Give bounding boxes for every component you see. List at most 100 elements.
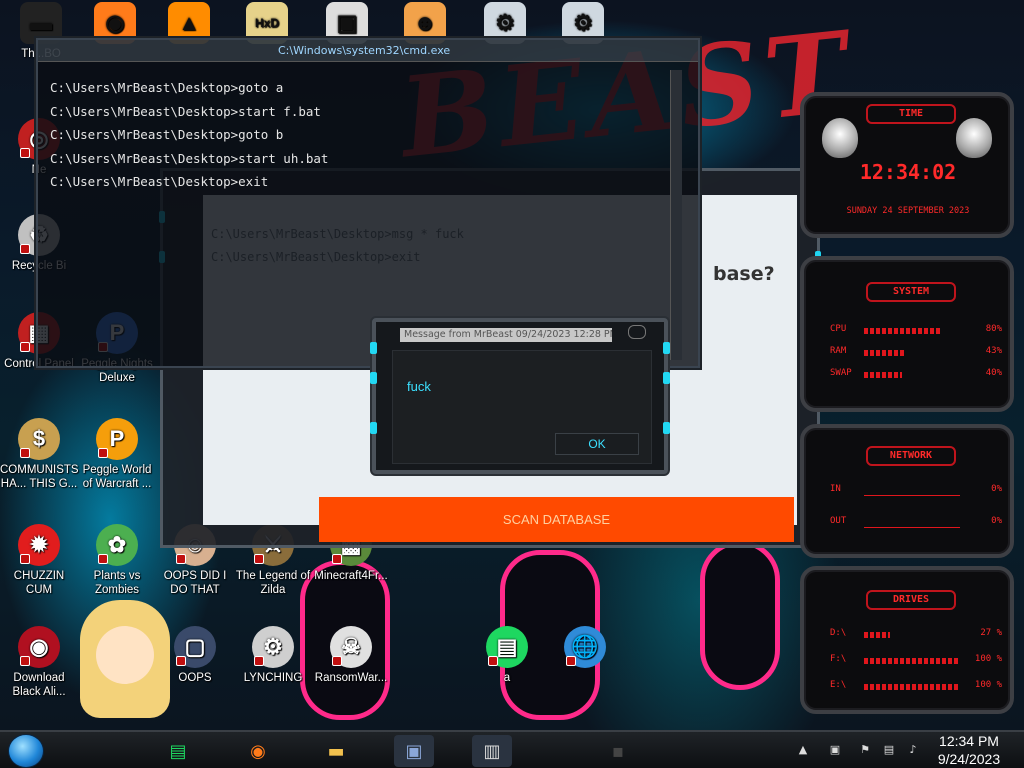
network-gadget[interactable]: NETWORK IN 0% OUT 0%: [800, 424, 1014, 558]
taskbar-clock[interactable]: 12:34 PM 9/24/2023: [920, 732, 1018, 768]
icon-label: COMMUNISTS HA... THIS G...: [0, 464, 79, 490]
show-hidden-icons-icon[interactable]: ▲: [796, 743, 810, 757]
frame-light: [663, 372, 670, 384]
shortcut-arrow-icon: [254, 554, 264, 564]
start-button[interactable]: [8, 734, 44, 768]
tray-app-icon[interactable]: ▣: [828, 743, 842, 757]
system-gadget-title: SYSTEM: [866, 282, 956, 302]
scan-database-button[interactable]: SCAN DATABASE: [319, 497, 794, 542]
drives-value: 27 %: [980, 628, 1002, 638]
system-row: SWAP 40%: [830, 368, 1002, 382]
alien-icon: [822, 118, 858, 158]
network-value: 0%: [991, 484, 1002, 494]
ok-button[interactable]: OK: [555, 433, 639, 455]
frame-light: [663, 342, 670, 354]
icon-label: Download Black Ali...: [12, 672, 66, 698]
cmd-line: C:\Users\MrBeast\Desktop>start uh.bat: [50, 150, 329, 166]
taskbar-window2[interactable]: ▥: [472, 735, 512, 767]
system-label: CPU: [830, 324, 847, 334]
drives-label: D:\: [830, 628, 847, 638]
shortcut-arrow-icon: [20, 554, 30, 564]
icon-communists[interactable]: $ COMMUNISTS HA... THIS G...: [0, 418, 79, 491]
icon-peggle-wow[interactable]: P Peggle World of Warcraft ...: [78, 418, 156, 491]
clock-time: 12:34 PM: [939, 733, 999, 749]
action-center-flag-icon[interactable]: ⚑: [858, 743, 872, 757]
taskbar-window1-icon: ▣: [405, 740, 423, 762]
close-icon[interactable]: [628, 325, 646, 339]
taskbar-cmd-icon: ▪: [611, 740, 625, 762]
cmd-line: C:\Users\MrBeast\Desktop>goto b: [50, 127, 284, 142]
network-row: OUT 0%: [830, 516, 1002, 530]
drives-row: D:\ 27 %: [830, 628, 1002, 642]
icon-label: a: [503, 672, 511, 684]
icon-label: CHUZZIN CUM: [13, 570, 65, 596]
icon-lynching[interactable]: ⚙ LYNCHING: [234, 626, 312, 685]
wallpaper-figure-leg: [700, 540, 780, 690]
cmd-title: C:\Windows\system32\cmd.exe: [278, 44, 451, 57]
alien-icon: [956, 118, 992, 158]
drives-gadget-title: DRIVES: [866, 590, 956, 610]
cmd-scrollbar[interactable]: [670, 70, 682, 360]
icon-label: RansomWar...: [314, 672, 388, 684]
network-graph: [864, 484, 960, 496]
icon-label: OOPS DID I DO THAT: [163, 570, 227, 596]
icon-a[interactable]: ▤ a: [468, 626, 546, 685]
system-gadget[interactable]: SYSTEM CPU 80% RAM 43% SWAP 40%: [800, 256, 1014, 412]
taskbar-spotify[interactable]: ▤: [158, 735, 198, 767]
drives-value: 100 %: [974, 680, 1002, 690]
network-label: IN: [830, 484, 841, 494]
frame-light: [370, 342, 377, 354]
taskbar-cmd[interactable]: ▪: [598, 735, 638, 767]
network-row: IN 0%: [830, 484, 1002, 498]
system-bar: [864, 372, 902, 378]
drives-bar: [864, 684, 960, 690]
message-dialog-body: fuck OK: [392, 350, 652, 464]
drives-label: E:\: [830, 680, 847, 690]
icon-globe[interactable]: 🌐: [546, 626, 624, 671]
taskbar-firefox[interactable]: ◉: [238, 735, 278, 767]
time-gadget-title: TIME: [866, 104, 956, 124]
shortcut-arrow-icon: [20, 656, 30, 666]
icon-label: The Legend of Zilda: [235, 570, 311, 596]
icon-label: OOPS: [178, 672, 212, 684]
message-dialog[interactable]: Message from MrBeast 09/24/2023 12:28 PM…: [370, 318, 670, 474]
icon-oops[interactable]: ▢ OOPS: [156, 626, 234, 685]
drives-value: 100 %: [974, 654, 1002, 664]
shortcut-arrow-icon: [176, 656, 186, 666]
system-row: RAM 43%: [830, 346, 1002, 360]
icon-download-alien[interactable]: ◉ Download Black Ali...: [0, 626, 78, 699]
icon-ransomware[interactable]: ☠ RansomWar...: [312, 626, 390, 685]
shortcut-arrow-icon: [488, 656, 498, 666]
system-label: RAM: [830, 346, 847, 356]
icon-label: LYNCHING: [243, 672, 303, 684]
volume-icon[interactable]: ♪: [906, 743, 920, 757]
drives-row: E:\ 100 %: [830, 680, 1002, 694]
cmd-line: C:\Users\MrBeast\Desktop>exit: [50, 174, 269, 189]
shortcut-arrow-icon: [332, 656, 342, 666]
icon-pvz[interactable]: ✿ Plants vs Zombies: [78, 524, 156, 597]
shortcut-arrow-icon: [254, 656, 264, 666]
network-gadget-title: NETWORK: [866, 446, 956, 466]
drives-gadget[interactable]: DRIVES D:\ 27 % F:\ 100 % E:\ 100 %: [800, 566, 1014, 714]
taskbar-window1[interactable]: ▣: [394, 735, 434, 767]
system-value: 40%: [985, 368, 1002, 378]
frame-light: [370, 422, 377, 434]
shortcut-arrow-icon: [332, 554, 342, 564]
icon-label: Minecraft4Fr...: [314, 570, 388, 582]
shortcut-arrow-icon: [176, 554, 186, 564]
time-gadget[interactable]: TIME 12:34:02 SUNDAY 24 SEPTEMBER 2023: [800, 92, 1014, 238]
cmd-line: C:\Users\MrBeast\Desktop>goto a: [50, 80, 284, 95]
shortcut-arrow-icon: [566, 656, 576, 666]
taskbar-window2-icon: ▥: [483, 740, 501, 762]
cmd-line: C:\Users\MrBeast\Desktop>start f.bat: [50, 103, 321, 119]
shortcut-arrow-icon: [20, 244, 30, 254]
taskbar-firefox-icon: ◉: [250, 740, 266, 762]
taskbar-explorer[interactable]: ▬: [316, 735, 356, 767]
shortcut-arrow-icon: [20, 342, 30, 352]
network-icon[interactable]: ▤: [882, 743, 896, 757]
network-value: 0%: [991, 516, 1002, 526]
shortcut-arrow-icon: [20, 148, 30, 158]
icon-chuzzin[interactable]: ✹ CHUZZIN CUM: [0, 524, 78, 597]
icon-label: Peggle World of Warcraft ...: [82, 464, 152, 490]
system-value: 43%: [985, 346, 1002, 356]
